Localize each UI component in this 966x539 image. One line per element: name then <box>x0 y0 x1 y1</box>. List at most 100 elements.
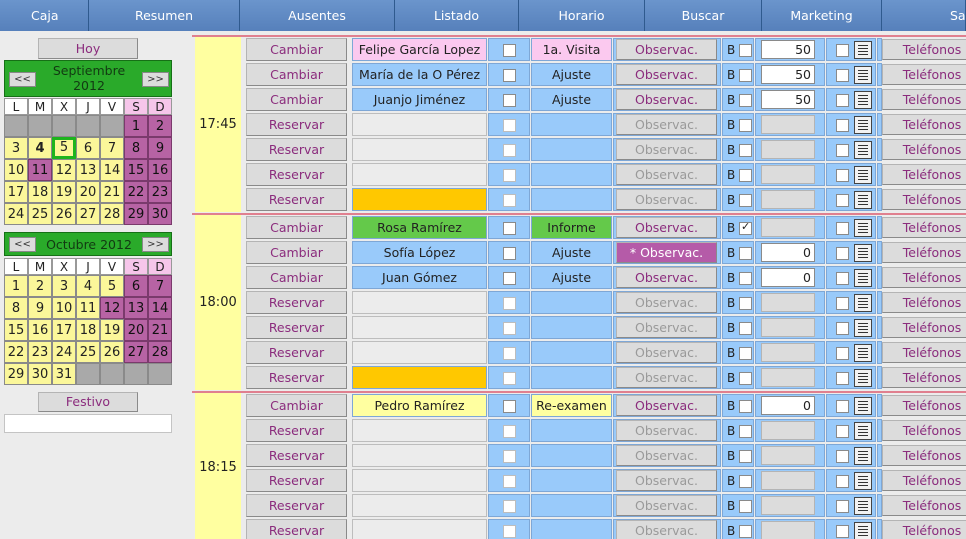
observac-button[interactable]: Observac. <box>616 267 717 288</box>
calendar-day[interactable]: 25 <box>76 341 100 363</box>
calendar-day[interactable]: 30 <box>28 363 52 385</box>
telefonos-button[interactable]: Teléfonos <box>882 217 966 238</box>
calendar-day[interactable]: 2 <box>148 115 172 137</box>
calendar-day[interactable]: 23 <box>148 181 172 203</box>
next-month-button[interactable]: >> <box>142 72 169 87</box>
notes-checkbox[interactable] <box>836 222 849 235</box>
notes-list-icon[interactable] <box>854 244 872 262</box>
visit-type[interactable]: Ajuste <box>531 241 612 264</box>
visit-type[interactable] <box>531 291 612 314</box>
calendar-day[interactable]: 1 <box>4 275 28 297</box>
calendar-day[interactable]: 3 <box>52 275 76 297</box>
calendar-day[interactable]: 9 <box>148 137 172 159</box>
notes-list-icon[interactable] <box>854 41 872 59</box>
observac-button[interactable]: Observac. <box>616 445 717 466</box>
notes-checkbox[interactable] <box>836 372 849 385</box>
calendar-day[interactable]: 10 <box>52 297 76 319</box>
observac-button[interactable]: Observac. <box>616 342 717 363</box>
calendar-day[interactable]: 5 <box>52 137 76 159</box>
reservar-button[interactable]: Reservar <box>246 163 347 186</box>
visit-type[interactable] <box>531 494 612 517</box>
confirm-checkbox[interactable] <box>503 222 516 235</box>
b-checkbox[interactable] <box>739 94 752 107</box>
calendar-day[interactable]: 14 <box>100 159 124 181</box>
calendar-day[interactable]: 28 <box>148 341 172 363</box>
notes-checkbox[interactable] <box>836 500 849 513</box>
amount-input[interactable] <box>761 293 815 312</box>
calendar-day[interactable]: 25 <box>28 203 52 225</box>
calendar-day[interactable]: 15 <box>4 319 28 341</box>
visit-type[interactable] <box>531 444 612 467</box>
calendar-day[interactable]: 2 <box>28 275 52 297</box>
cambiar-button[interactable]: Cambiar <box>246 38 347 61</box>
patient-name[interactable]: Sofía López <box>352 241 487 264</box>
observac-button[interactable]: Observac. <box>616 89 717 110</box>
calendar-day[interactable]: 24 <box>52 341 76 363</box>
telefonos-button[interactable]: Teléfonos <box>882 242 966 263</box>
b-checkbox[interactable] <box>739 194 752 207</box>
notes-list-icon[interactable] <box>854 472 872 490</box>
festivo-note-field[interactable] <box>4 414 172 433</box>
nav-item-sa[interactable]: Sa <box>882 0 966 31</box>
calendar-day[interactable]: 4 <box>28 137 52 159</box>
calendar-day[interactable]: 23 <box>28 341 52 363</box>
observac-button[interactable]: Observac. <box>616 164 717 185</box>
b-checkbox[interactable] <box>739 297 752 310</box>
calendar-day[interactable]: 22 <box>124 181 148 203</box>
observac-button[interactable]: Observac. <box>616 292 717 313</box>
observac-button[interactable]: Observac. <box>616 420 717 441</box>
b-checkbox[interactable] <box>739 144 752 157</box>
notes-list-icon[interactable] <box>854 447 872 465</box>
notes-checkbox[interactable] <box>836 425 849 438</box>
telefonos-button[interactable]: Teléfonos <box>882 317 966 338</box>
patient-name[interactable] <box>352 188 487 211</box>
calendar-day[interactable]: 7 <box>100 137 124 159</box>
amount-input[interactable] <box>761 471 815 490</box>
calendar-day[interactable]: 19 <box>100 319 124 341</box>
amount-input[interactable] <box>761 218 815 237</box>
notes-list-icon[interactable] <box>854 166 872 184</box>
calendar-day[interactable]: 11 <box>76 297 100 319</box>
calendar-day[interactable]: 20 <box>124 319 148 341</box>
patient-name[interactable]: María de la O Pérez <box>352 63 487 86</box>
patient-name[interactable]: Rosa Ramírez <box>352 216 487 239</box>
patient-name[interactable] <box>352 138 487 161</box>
notes-checkbox[interactable] <box>836 119 849 132</box>
amount-input[interactable] <box>761 368 815 387</box>
amount-input[interactable]: 0 <box>761 243 815 262</box>
b-checkbox[interactable] <box>739 169 752 182</box>
calendar-day[interactable]: 13 <box>76 159 100 181</box>
festivo-button[interactable]: Festivo <box>38 392 138 412</box>
calendar-day[interactable]: 31 <box>52 363 76 385</box>
b-checkbox[interactable] <box>739 119 752 132</box>
notes-checkbox[interactable] <box>836 525 849 538</box>
notes-checkbox[interactable] <box>836 272 849 285</box>
calendar-day[interactable]: 26 <box>100 341 124 363</box>
telefonos-button[interactable]: Teléfonos <box>882 89 966 110</box>
amount-input[interactable] <box>761 446 815 465</box>
visit-type[interactable] <box>531 419 612 442</box>
confirm-checkbox[interactable] <box>503 297 516 310</box>
notes-list-icon[interactable] <box>854 91 872 109</box>
visit-type[interactable] <box>531 469 612 492</box>
patient-name[interactable] <box>352 444 487 467</box>
calendar-day[interactable]: 12 <box>100 297 124 319</box>
notes-checkbox[interactable] <box>836 450 849 463</box>
patient-name[interactable] <box>352 494 487 517</box>
calendar-day[interactable]: 8 <box>4 297 28 319</box>
telefonos-button[interactable]: Teléfonos <box>882 445 966 466</box>
notes-checkbox[interactable] <box>836 297 849 310</box>
b-checkbox[interactable] <box>739 500 752 513</box>
notes-list-icon[interactable] <box>854 141 872 159</box>
calendar-day[interactable]: 4 <box>76 275 100 297</box>
patient-name[interactable] <box>352 316 487 339</box>
calendar-day[interactable]: 6 <box>76 137 100 159</box>
reservar-button[interactable]: Reservar <box>246 366 347 389</box>
notes-checkbox[interactable] <box>836 475 849 488</box>
nav-item-buscar[interactable]: Buscar <box>645 0 762 31</box>
observac-button[interactable]: Observac. <box>616 317 717 338</box>
calendar-day[interactable]: 7 <box>148 275 172 297</box>
reservar-button[interactable]: Reservar <box>246 138 347 161</box>
amount-input[interactable] <box>761 140 815 159</box>
nav-item-horario[interactable]: Horario <box>519 0 645 31</box>
